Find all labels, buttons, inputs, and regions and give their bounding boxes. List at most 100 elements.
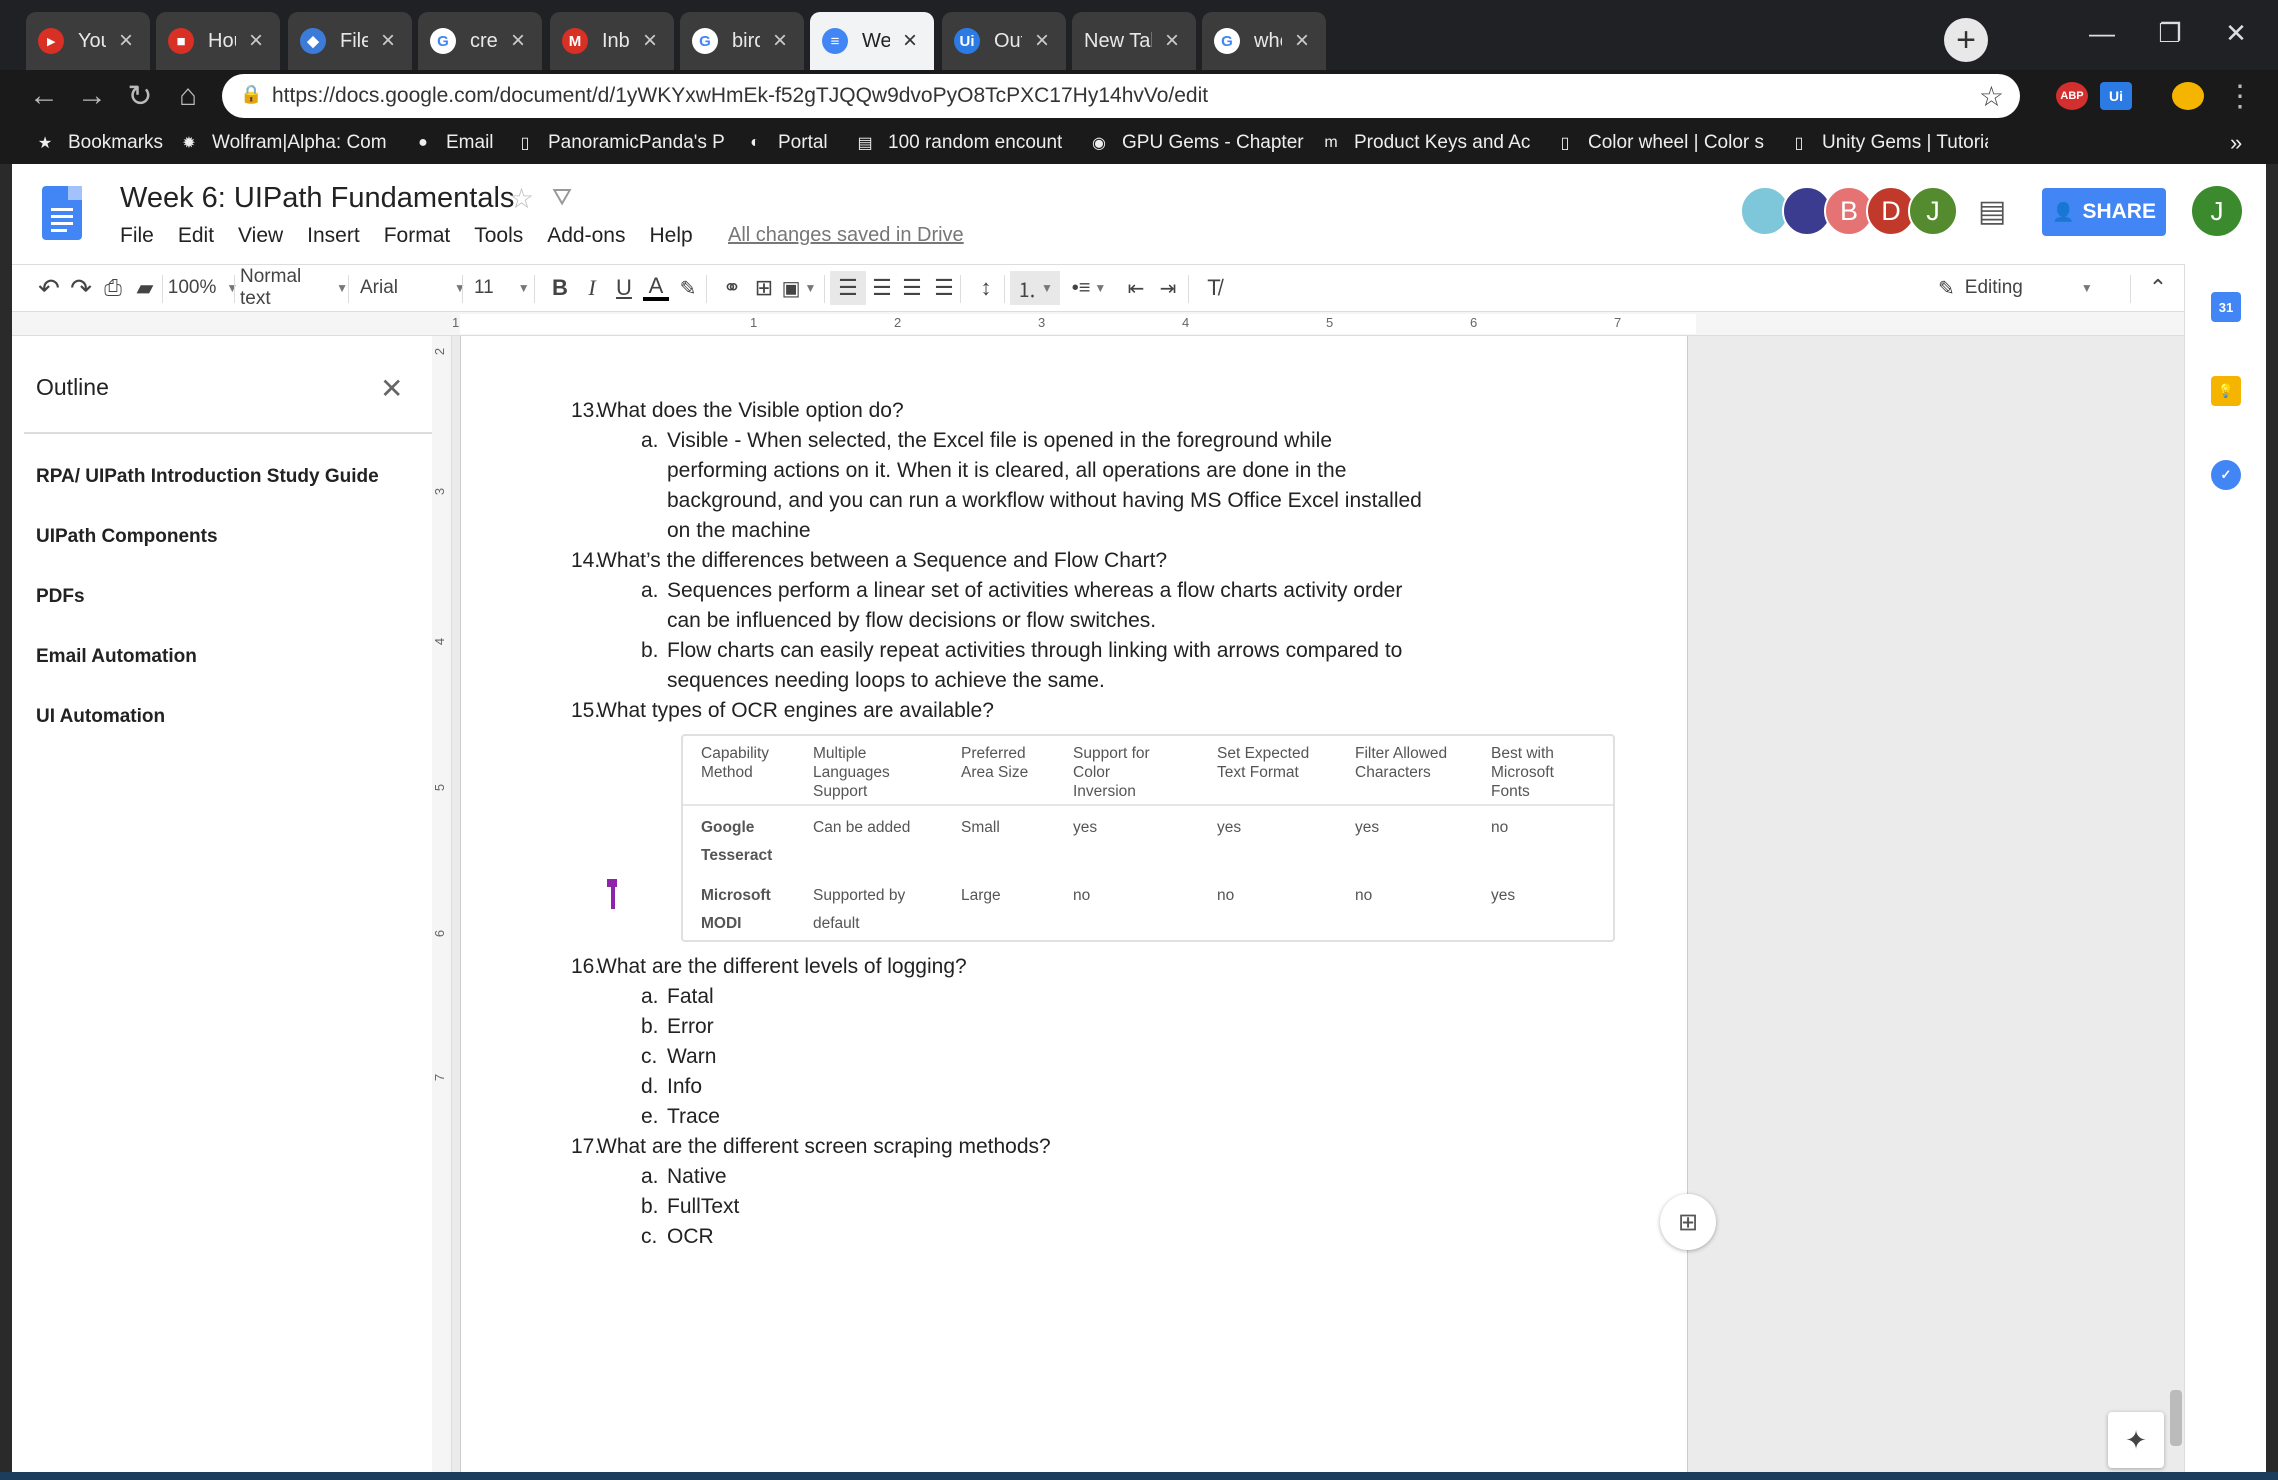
account-avatar[interactable]: J xyxy=(2192,186,2242,236)
minimize-button[interactable]: — xyxy=(2072,10,2132,56)
browser-tab[interactable]: Ui Output or S × xyxy=(942,12,1066,70)
bookmark-item[interactable]: ◉ GPU Gems - Chapter xyxy=(1088,122,1304,164)
editing-mode-select[interactable]: ✎ Editing ▼ xyxy=(1938,265,2098,311)
address-bar[interactable]: 🔒 https://docs.google.com/document/d/1yW… xyxy=(222,74,2020,118)
browser-tab[interactable]: New Tab × xyxy=(1072,12,1196,70)
paint-format-icon[interactable]: ▰ xyxy=(128,265,162,311)
zoom-select[interactable]: 100% ▼ xyxy=(168,265,239,311)
browser-tab[interactable]: Gcredit card × xyxy=(418,12,542,70)
outline-item[interactable]: PDFs xyxy=(36,586,85,608)
move-to-folder-icon[interactable]: ⛛ xyxy=(552,184,572,212)
font-size-select[interactable]: 11 ▼ xyxy=(470,265,530,311)
collaborator-avatar[interactable]: J xyxy=(1908,186,1958,236)
menu-file[interactable]: File xyxy=(120,224,154,248)
uipath-extension-icon[interactable]: Ui xyxy=(2100,82,2132,110)
bookmark-item[interactable]: ▯ Color wheel | Color s xyxy=(1554,122,1764,164)
increase-indent-icon[interactable]: ⇥ xyxy=(1148,265,1188,311)
close-icon[interactable]: × xyxy=(768,27,792,55)
print-icon[interactable]: ⎙ xyxy=(96,265,130,311)
new-tab-button[interactable]: + xyxy=(1944,18,1988,62)
bookmark-item[interactable]: ● Email xyxy=(412,122,493,164)
docs-logo-icon[interactable] xyxy=(42,186,82,240)
outline-item[interactable]: Email Automation xyxy=(36,646,197,668)
vertical-ruler[interactable]: 1234567 xyxy=(432,336,452,1476)
redo-icon[interactable]: ↷ xyxy=(64,265,98,311)
clear-formatting-icon[interactable]: T̸ xyxy=(1194,265,1234,311)
tasks-icon[interactable]: ✓ xyxy=(2211,460,2241,490)
share-button[interactable]: 👤 SHARE xyxy=(2042,188,2166,236)
close-icon[interactable]: × xyxy=(114,27,138,55)
close-icon[interactable]: ✕ xyxy=(380,372,403,405)
align-left-icon[interactable]: ☰ xyxy=(830,271,866,305)
extension-bulb-icon[interactable] xyxy=(2172,82,2204,110)
close-icon[interactable]: × xyxy=(376,27,400,55)
close-window-button[interactable]: ✕ xyxy=(2206,10,2266,56)
star-icon[interactable]: ☆ xyxy=(509,182,534,215)
highlight-icon[interactable]: ✎ xyxy=(668,265,708,311)
bookmark-item[interactable]: ▤ 100 random encount xyxy=(854,122,1062,164)
bookmark-item[interactable]: ★ Bookmarks xyxy=(34,122,163,164)
menu-add-ons[interactable]: Add-ons xyxy=(547,224,625,248)
explore-button[interactable]: ✦ xyxy=(2108,1412,2164,1468)
menu-help[interactable]: Help xyxy=(649,224,692,248)
save-status[interactable]: All changes saved in Drive xyxy=(728,224,964,247)
browser-tab[interactable]: Gbird drawin × xyxy=(680,12,804,70)
bulleted-list-icon[interactable]: •≡ ▼ xyxy=(1064,265,1114,311)
close-icon[interactable]: × xyxy=(506,27,530,55)
email-icon: ● xyxy=(418,134,428,151)
scrollbar-thumb[interactable] xyxy=(2170,1390,2182,1446)
keep-icon[interactable]: 💡 xyxy=(2211,376,2241,406)
close-icon[interactable]: × xyxy=(898,27,922,55)
menu-tools[interactable]: Tools xyxy=(474,224,523,248)
bookmark-item[interactable]: ✹ Wolfram|Alpha: Com xyxy=(178,122,386,164)
bookmark-label: Color wheel | Color s xyxy=(1588,132,1765,153)
browser-tab[interactable]: ≡ Week 6: UIP × xyxy=(810,12,934,70)
bookmark-item[interactable]: ▯ PanoramicPanda's P xyxy=(514,122,725,164)
insert-image-icon[interactable]: ▣ ▼ xyxy=(776,265,822,311)
add-comment-button[interactable]: ⊞ xyxy=(1660,1194,1716,1250)
close-icon[interactable]: × xyxy=(1160,27,1184,55)
forward-icon[interactable]: → xyxy=(70,74,114,118)
home-icon[interactable]: ⌂ xyxy=(166,74,210,118)
undo-icon[interactable]: ↶ xyxy=(32,265,66,311)
menu-insert[interactable]: Insert xyxy=(307,224,360,248)
browser-tab[interactable]: ◆ Files - Drop × xyxy=(288,12,412,70)
outline-item[interactable]: UI Automation xyxy=(36,706,165,728)
font-select[interactable]: Arial ▼ xyxy=(356,265,466,311)
bookmark-item[interactable]: ▯ Unity Gems | Tutorial xyxy=(1788,122,1988,164)
close-icon[interactable]: × xyxy=(638,27,662,55)
calendar-icon[interactable]: 31 xyxy=(2211,292,2241,322)
logging-level: Fatal xyxy=(667,985,714,1008)
restore-button[interactable]: ❐ xyxy=(2140,10,2200,56)
horizontal-ruler[interactable]: 1 1 2 3 4 5 6 7 xyxy=(12,312,2184,336)
numbered-list-icon[interactable]: ⒈ ▼ xyxy=(1010,271,1060,305)
justify-icon[interactable]: ☰ xyxy=(924,265,964,311)
document-page[interactable]: 13. What does the Visible option do? a. Vis… xyxy=(460,336,1688,1476)
menu-dots-icon[interactable]: ⋮ xyxy=(2218,74,2262,118)
browser-tab[interactable]: M Inbox (14) × xyxy=(550,12,674,70)
menu-format[interactable]: Format xyxy=(384,224,451,248)
bookmark-star-icon[interactable]: ☆ xyxy=(1979,80,2004,113)
line-spacing-icon[interactable]: ↕ xyxy=(966,265,1006,311)
comment-history-icon[interactable]: ▤ xyxy=(1978,194,2006,229)
bookmark-item[interactable]: ◐ Portal xyxy=(744,122,827,164)
back-icon[interactable]: ← xyxy=(22,74,66,118)
outline-item[interactable]: UIPath Components xyxy=(36,526,218,548)
close-icon[interactable]: × xyxy=(1290,27,1314,55)
browser-tab[interactable]: Gwhereas - C × xyxy=(1202,12,1326,70)
style-select[interactable]: Normal text ▼ xyxy=(240,265,348,311)
close-icon[interactable]: × xyxy=(1030,27,1054,55)
os-taskbar xyxy=(0,1472,2278,1480)
browser-tab[interactable]: ▸ You have su × xyxy=(26,12,150,70)
reload-icon[interactable]: ↻ xyxy=(118,74,162,118)
bookmark-item[interactable]: m Product Keys and Ac xyxy=(1320,122,1530,164)
menu-view[interactable]: View xyxy=(238,224,283,248)
adblock-icon[interactable]: ABP xyxy=(2056,82,2088,110)
document-title[interactable]: Week 6: UIPath Fundamentals xyxy=(120,182,514,215)
outline-item[interactable]: RPA/ UIPath Introduction Study Guide xyxy=(36,466,379,488)
bookmarks-overflow[interactable]: » xyxy=(2230,130,2242,156)
hide-menus-icon[interactable]: ⌃ xyxy=(2138,265,2178,311)
browser-tab[interactable]: ■ Hourly Pay × xyxy=(156,12,280,70)
menu-edit[interactable]: Edit xyxy=(178,224,214,248)
close-icon[interactable]: × xyxy=(244,27,268,55)
